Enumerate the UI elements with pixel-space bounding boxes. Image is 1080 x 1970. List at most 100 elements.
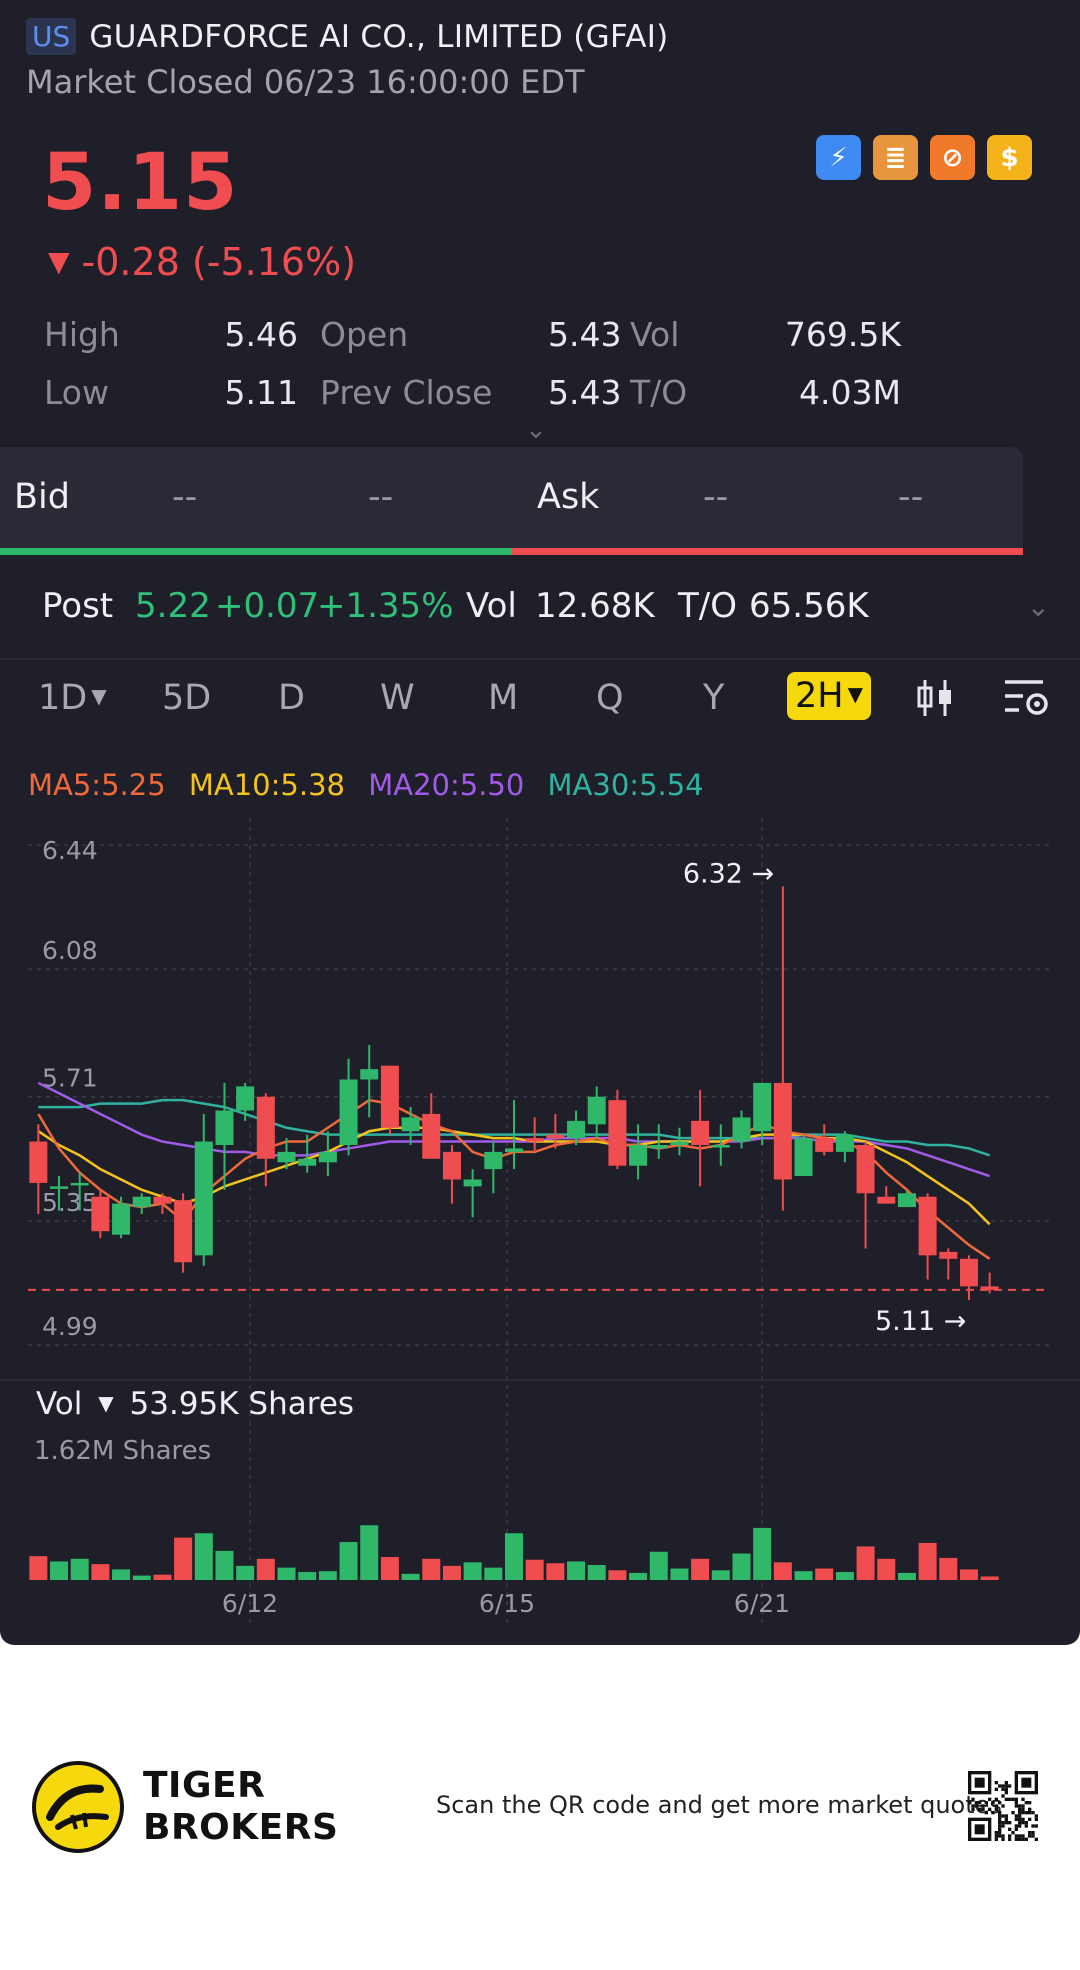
qr-module [1011,1811,1015,1815]
volume-bar [256,1558,275,1580]
candlestick-chart[interactable]: 6.446.085.715.354.996.32 →5.11 →6/12 6/15… [0,812,1080,1632]
candle-body [153,1196,172,1204]
volume-bar [70,1558,89,1580]
candle-body [794,1138,813,1177]
candle-body [835,1134,854,1152]
qr-module [1014,1817,1018,1821]
qr-module [1031,1824,1035,1828]
volume-bar [649,1551,668,1580]
volume-bar [546,1563,565,1580]
volume-bar [422,1558,441,1580]
lightning-1-icon[interactable]: ⚡ [816,135,861,180]
volume-bar [153,1574,172,1580]
tab-q[interactable]: Q [596,678,624,718]
qr-module [1014,1797,1018,1801]
qr-module [1021,1811,1025,1815]
market-region-badge: US [26,18,77,55]
qr-module [1008,1827,1012,1831]
qr-module [1021,1834,1025,1838]
down-arrow-icon: ▼ [48,245,70,278]
qr-module [1008,1784,1012,1788]
qr-module [1014,1801,1018,1805]
dropdown-caret-icon: ▼ [847,682,863,706]
qr-module [988,1797,992,1801]
x-tick-label: 6/15 [479,1589,535,1618]
stack-a-icon[interactable]: ≣ [873,135,918,180]
volume-header[interactable]: Vol ▼ 53.95K Shares [36,1386,354,1422]
post-change-pct: +1.35% [317,586,454,626]
candle-body [856,1145,875,1194]
candle-body [50,1186,69,1189]
qr-module [1034,1824,1038,1828]
ma-legend: MA5:5.25 MA10:5.38 MA20:5.50 MA30:5.54 [28,768,718,802]
post-turnover-value: 65.56K [749,586,869,626]
candle-body [194,1141,213,1256]
candle-body [546,1134,565,1139]
market-status: Market Closed 06/23 16:00:00 EDT [26,63,585,101]
tab-1d-label: 1D [38,678,88,718]
volume-bar [380,1557,399,1580]
volume-bar [773,1562,792,1580]
candle-body [380,1065,399,1128]
tab-1d[interactable]: 1D ▼ [38,678,107,718]
price-chart[interactable]: 6.44 6.08 5.71 5.35 4.99 6.32 → 5.11 → 6/12 6/15… [0,812,1080,1636]
tab-y[interactable]: Y [703,678,724,718]
volume-label: Vol [36,1386,83,1422]
tiger-logo-icon [32,1761,124,1853]
qr-module [991,1811,995,1815]
volume-bar [194,1533,213,1580]
tab-d[interactable]: D [278,678,305,718]
chevron-down-icon[interactable]: ⌄ [525,415,547,445]
quote-panel: US GUARDFORCE AI CO., LIMITED (GFAI) Mar… [0,0,1080,1645]
quote-stats: High 5.46 Open 5.43 Vol 769.5K Low 5.11 … [44,305,1034,421]
candle-body [732,1117,751,1142]
candle-body [897,1193,916,1208]
qr-module [998,1814,1002,1818]
candle-body [649,1145,668,1149]
volume-bar [339,1542,358,1580]
dollar-icon[interactable]: $ [987,135,1032,180]
qr-module [971,1804,975,1808]
stats-row: Low 5.11 Prev Close 5.43 T/O 4.03M [44,363,1034,421]
ma10-label: MA10:5.38 [188,768,345,802]
tab-5d[interactable]: 5D [162,678,211,718]
high-label: High [44,314,120,354]
qr-module [1021,1817,1025,1821]
qr-module [1028,1807,1032,1811]
volume-bar [29,1556,48,1580]
tab-m[interactable]: M [488,678,518,718]
crossed-circle-icon[interactable]: ⊘ [930,135,975,180]
volume-bar [442,1565,461,1580]
volume-bar [298,1572,317,1580]
qr-module [984,1801,988,1805]
tab-w[interactable]: W [380,678,415,718]
candle-body [608,1100,627,1166]
qr-module [998,1817,1002,1821]
qr-module [994,1834,998,1838]
qr-module [1028,1831,1032,1835]
post-label: Post [42,586,114,626]
qr-module [1008,1834,1012,1838]
low-label: Low [44,372,109,412]
qr-module [1008,1821,1012,1825]
tab-2h[interactable]: 2H ▼ [787,672,871,720]
qr-finder [1021,1777,1032,1788]
post-market-row[interactable]: Post 5.22 +0.07 +1.35% Vol 12.68K T/O 65… [0,560,1080,660]
volume-bar [629,1572,648,1580]
qr-module [978,1801,982,1805]
qr-module [1021,1797,1025,1801]
turnover-value: 4.03M [799,372,901,412]
chart-settings-icon[interactable] [1003,676,1051,729]
qr-module [1031,1834,1035,1838]
qr-module [1024,1811,1028,1815]
candlestick-type-icon[interactable] [915,676,955,729]
low-marker-label: 5.11 → [875,1306,966,1337]
volume-bar [505,1533,523,1580]
candle-body [70,1182,89,1186]
qr-module [1024,1824,1028,1828]
qr-module [998,1821,1002,1825]
period-tabs: 1D ▼ 5D D W M Q Y 2H ▼ [0,668,1080,738]
chevron-down-icon[interactable]: ⌄ [1027,590,1050,623]
candle-body [691,1120,710,1145]
candle-body [318,1151,337,1163]
